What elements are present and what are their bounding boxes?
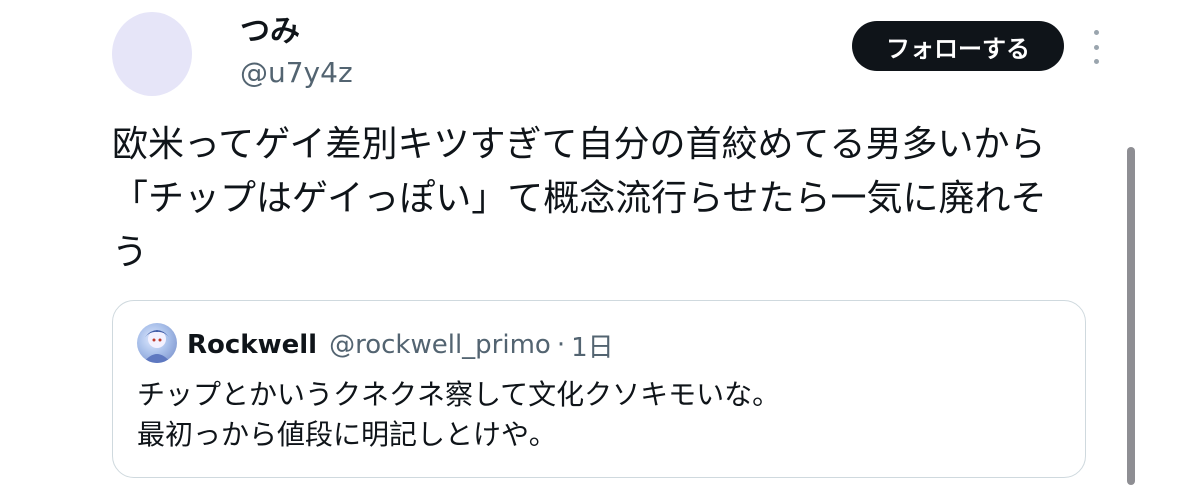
more-options-icon[interactable] xyxy=(1084,30,1108,64)
follow-button[interactable]: フォローする xyxy=(852,21,1064,71)
author-display-name[interactable]: つみ xyxy=(240,12,300,52)
quote-text: チップとかいうクネクネ察して文化クソキモいな。 最初っから値段に明記しとけや。 xyxy=(137,378,781,451)
quote-author-name: Rockwell xyxy=(187,330,318,360)
author-avatar[interactable] xyxy=(112,12,192,96)
scrollbar[interactable] xyxy=(1127,147,1135,485)
tweet-text: 欧米ってゲイ差別キツすぎて自分の首絞めてる男多いから「チップはゲイっぽい」て概念… xyxy=(112,124,1047,273)
author-handle[interactable]: @u7y4z xyxy=(240,54,353,92)
quote-author-handle: @rockwell_primo xyxy=(329,330,551,360)
quote-timestamp: 1日 xyxy=(571,332,614,363)
quote-separator: · xyxy=(556,330,566,360)
quote-tweet-card[interactable]: Rockwell @rockwell_primo · 1日 チップとかいうクネク… xyxy=(112,300,1086,478)
quote-header: Rockwell @rockwell_primo · 1日 xyxy=(187,325,614,365)
quote-author-avatar xyxy=(137,323,177,363)
quote-avatar-art xyxy=(143,330,171,363)
more-dot xyxy=(1093,30,1099,35)
more-dot xyxy=(1093,44,1099,50)
more-dot xyxy=(1093,59,1099,64)
